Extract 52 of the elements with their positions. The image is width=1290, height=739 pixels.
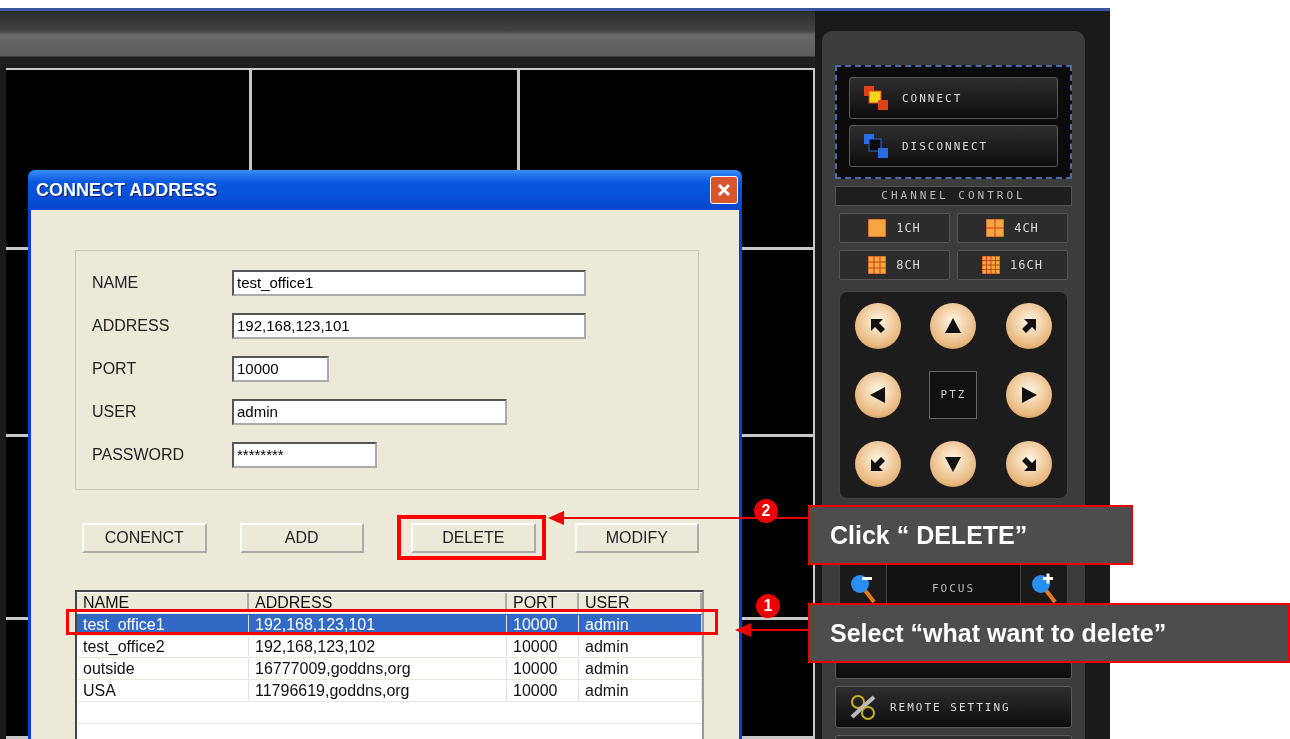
table-row[interactable]: outside 16777009,goddns,org 10000 admin: [77, 658, 702, 680]
ptz-button[interactable]: [854, 372, 901, 418]
table-cell: 16777009,goddns,org: [249, 659, 507, 678]
dialog-title: CONNECT ADDRESS: [36, 179, 218, 201]
grid-icon: [982, 256, 1001, 274]
grid-icon: [986, 219, 1005, 237]
input-field[interactable]: admin: [232, 398, 507, 425]
table-cell: outside: [77, 659, 249, 678]
close-button[interactable]: [710, 176, 738, 204]
callout-tooltip: Click “ DELETE”: [808, 505, 1133, 565]
callout-tooltip: Select “what want to delete”: [808, 603, 1290, 663]
table-cell: test_office2: [77, 637, 249, 656]
table-cell: 10000: [507, 637, 579, 656]
table-cell: 10000: [507, 659, 579, 678]
field-label: USER: [92, 402, 138, 421]
dialog-button[interactable]: DELETE: [411, 523, 536, 553]
field-label: ADDRESS: [92, 316, 171, 335]
ptz-label: PTZ: [929, 371, 978, 419]
table-cell: USA: [77, 681, 249, 700]
table-cell: admin: [579, 659, 702, 678]
panel-button[interactable]: REMOTE SETTING: [835, 686, 1072, 728]
table-row[interactable]: test_office2 192,168,123,102 10000 admin: [77, 636, 702, 658]
field-label: NAME: [92, 273, 140, 292]
input-field[interactable]: 192,168,123,101: [232, 312, 586, 339]
dialog-button[interactable]: CONENCT: [82, 523, 207, 553]
squares-icon: [862, 84, 890, 112]
ptz-button[interactable]: [1006, 372, 1053, 418]
dialog-button[interactable]: MODIFY: [574, 523, 699, 553]
panel-button[interactable]: DISCONNECT: [849, 125, 1058, 167]
table-cell: 11796619,goddns,org: [249, 681, 507, 700]
input-field[interactable]: test_office1: [232, 269, 586, 296]
channel-button[interactable]: 8CH: [839, 250, 950, 280]
input-field[interactable]: 10000: [232, 355, 329, 382]
table-cell: admin: [579, 681, 702, 700]
linked-squares-icon: [862, 132, 890, 160]
panel-button[interactable]: CONNECT: [849, 77, 1058, 119]
grid-icon: [868, 256, 887, 274]
channel-button[interactable]: 1CH: [839, 213, 950, 243]
field-label: PASSWORD: [92, 445, 186, 464]
close-icon: [716, 182, 732, 198]
table-cell: 192,168,123,102: [249, 637, 507, 656]
table-cell: admin: [579, 637, 702, 656]
table-row[interactable]: USA 11796619,goddns,org 10000 admin: [77, 680, 702, 702]
dialog-button[interactable]: ADD: [239, 523, 364, 553]
table-cell: 10000: [507, 681, 579, 700]
grid-icon: [868, 219, 887, 237]
field-label: PORT: [92, 359, 138, 378]
section-title: CHANNEL CONTROL: [835, 186, 1072, 206]
channel-button[interactable]: 16CH: [957, 250, 1068, 280]
input-field[interactable]: ********: [232, 441, 377, 468]
zoom-out-icon: [848, 572, 878, 604]
channel-button[interactable]: 4CH: [957, 213, 1068, 243]
